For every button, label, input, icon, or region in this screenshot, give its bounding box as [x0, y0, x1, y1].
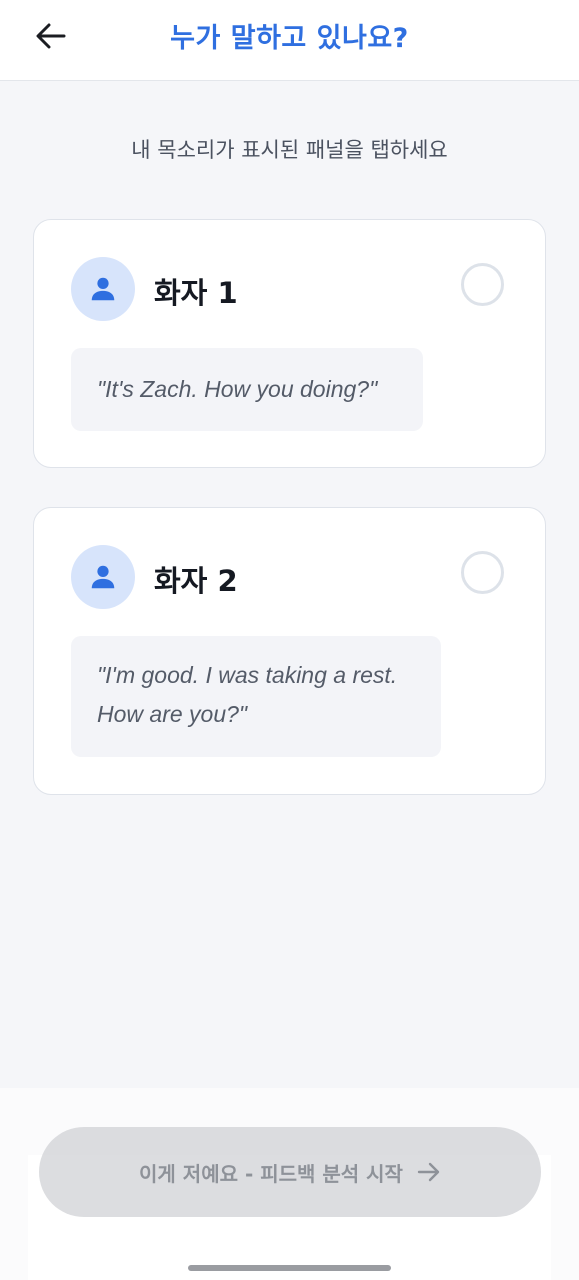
speaker-2-radio[interactable] — [461, 551, 504, 594]
page-title: 누가 말하고 있나요? — [170, 23, 409, 54]
speaker-name: 화자 2 — [154, 564, 238, 598]
app-screen: 누가 말하고 있나요? 내 목소리가 표시된 패널을 탭하세요 화자 1 "It… — [0, 0, 579, 1280]
speaker-card-2[interactable]: 화자 2 "I'm good. I was taking a rest. How… — [33, 507, 546, 795]
person-icon — [91, 565, 115, 589]
home-indicator — [188, 1265, 391, 1271]
speaker-card-1[interactable]: 화자 1 "It's Zach. How you doing?" — [33, 219, 546, 468]
avatar — [71, 545, 135, 609]
instruction-text: 내 목소리가 표시된 패널을 탭하세요 — [131, 138, 448, 162]
header: 누가 말하고 있나요? — [0, 0, 579, 81]
speaker-quote: "I'm good. I was taking a rest. How are … — [71, 636, 441, 757]
speaker-quote: "It's Zach. How you doing?" — [71, 348, 423, 431]
start-analysis-button[interactable]: 이게 저예요 - 피드백 분석 시작 — [39, 1127, 541, 1217]
start-analysis-label: 이게 저예요 - 피드백 분석 시작 — [139, 1161, 403, 1186]
avatar — [71, 257, 135, 321]
arrow-right-icon — [417, 1162, 440, 1182]
person-icon — [91, 277, 115, 301]
speaker-name: 화자 1 — [154, 276, 238, 310]
speaker-1-radio[interactable] — [461, 263, 504, 306]
